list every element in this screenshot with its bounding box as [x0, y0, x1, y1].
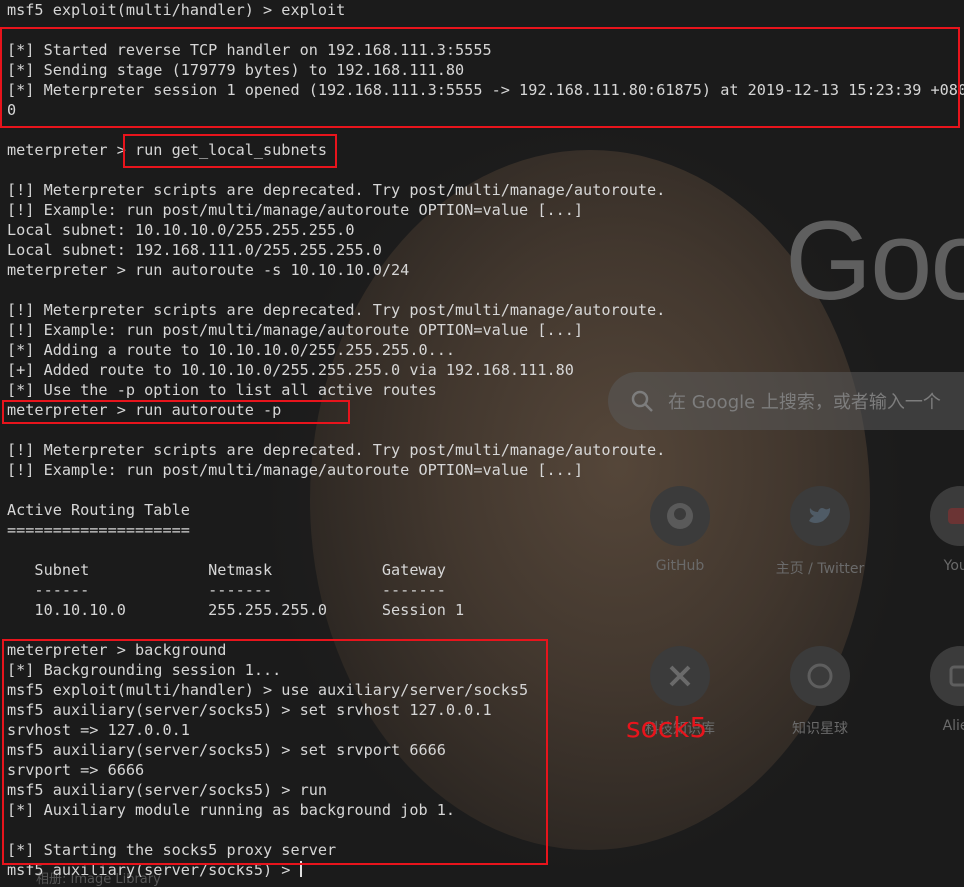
terminal-line: [!] Meterpreter scripts are deprecated. …: [7, 441, 666, 459]
highlight-autoroute-p: [2, 400, 350, 424]
terminal-line: meterpreter > run autoroute -s 10.10.10.…: [7, 261, 410, 279]
annotation-sock5: sock5: [626, 711, 708, 744]
terminal-line: [!] Meterpreter scripts are deprecated. …: [7, 301, 666, 319]
terminal-line: [!] Example: run post/multi/manage/autor…: [7, 201, 584, 219]
terminal-line: Local subnet: 10.10.10.0/255.255.255.0: [7, 221, 355, 239]
terminal-line: [+] Added route to 10.10.10.0/255.255.25…: [7, 361, 574, 379]
terminal-line: Active Routing Table: [7, 501, 190, 519]
terminal-line: msf5 exploit(multi/handler) > exploit: [7, 1, 346, 19]
highlight-socks5-setup: [2, 639, 548, 865]
terminal-line: 10.10.10.0 255.255.255.0 Session 1: [7, 601, 465, 619]
highlight-session-opened: [0, 27, 960, 128]
terminal-line: Local subnet: 192.168.111.0/255.255.255.…: [7, 241, 382, 259]
terminal-line: Subnet Netmask Gateway: [7, 561, 446, 579]
terminal-line: [*] Adding a route to 10.10.10.0/255.255…: [7, 341, 456, 359]
terminal-line: [*] Use the -p option to list all active…: [7, 381, 437, 399]
terminal-line: ====================: [7, 521, 190, 539]
terminal-line: [!] Example: run post/multi/manage/autor…: [7, 321, 584, 339]
terminal-line: ------ ------- -------: [7, 581, 446, 599]
highlight-get-local-subnets: [123, 134, 337, 168]
terminal-line: [!] Example: run post/multi/manage/autor…: [7, 461, 584, 479]
terminal-line: [!] Meterpreter scripts are deprecated. …: [7, 181, 666, 199]
